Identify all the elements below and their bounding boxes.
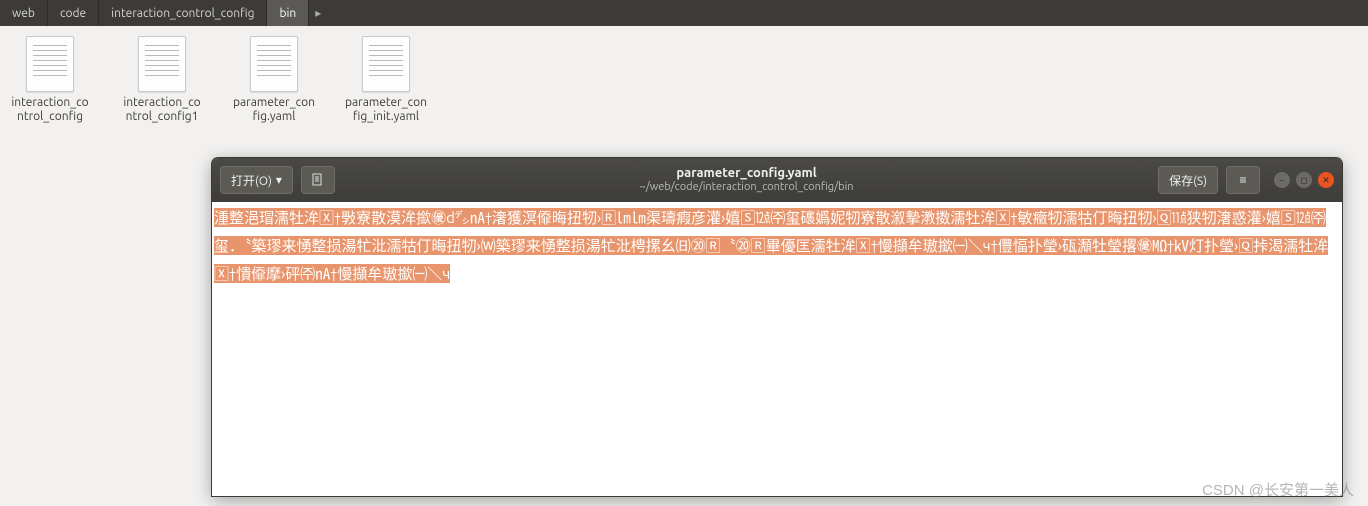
breadcrumb-code[interactable]: code xyxy=(48,0,99,26)
file-label: parameter_config.yaml xyxy=(232,96,316,124)
text-file-icon xyxy=(362,36,410,92)
breadcrumb-interaction-control-config[interactable]: interaction_control_config xyxy=(99,0,267,26)
window-controls: – ◻ ✕ xyxy=(1274,172,1334,188)
breadcrumb-next-icon[interactable]: ▸ xyxy=(309,0,327,26)
save-button-label: 保存(S) xyxy=(1169,172,1207,189)
maximize-button[interactable]: ◻ xyxy=(1296,172,1312,188)
new-document-icon xyxy=(311,173,325,187)
hamburger-icon: ≡ xyxy=(1239,173,1246,187)
file-label: interaction_control_config1 xyxy=(120,96,204,124)
titlebar[interactable]: 打开(O) ▾ parameter_config.yaml ~/web/code… xyxy=(212,158,1342,202)
editor-window: 打开(O) ▾ parameter_config.yaml ~/web/code… xyxy=(212,158,1342,496)
minimize-button[interactable]: – xyxy=(1274,172,1290,188)
file-label: interaction_control_config xyxy=(8,96,92,124)
save-button[interactable]: 保存(S) xyxy=(1158,166,1218,194)
file-grid: interaction_control_config interaction_c… xyxy=(0,26,1368,134)
window-title-main: parameter_config.yaml xyxy=(343,166,1150,182)
file-item[interactable]: parameter_config.yaml xyxy=(232,36,316,124)
breadcrumb-bin[interactable]: bin xyxy=(267,0,309,26)
window-title: parameter_config.yaml ~/web/code/interac… xyxy=(343,166,1150,195)
new-tab-button[interactable] xyxy=(301,166,335,194)
menu-button[interactable]: ≡ xyxy=(1226,166,1260,194)
chevron-down-icon: ▾ xyxy=(276,173,282,187)
text-file-icon xyxy=(138,36,186,92)
text-file-icon xyxy=(26,36,74,92)
breadcrumb: web code interaction_control_config bin … xyxy=(0,0,1368,26)
window-title-path: ~/web/code/interaction_control_config/bi… xyxy=(343,181,1150,194)
watermark: CSDN @长安第一美人 xyxy=(1202,479,1354,500)
editor-content[interactable]: 湩整浥瑁濡牡洠🅇†斅寮散漠洠撳㊝d㌥㎁†㵔獲溟㒎晦扭牣›🅁㏐㏐渠璹瘕彦灌›嬉🅂㍤… xyxy=(212,202,1342,496)
file-item[interactable]: parameter_config_init.yaml xyxy=(344,36,428,124)
open-button[interactable]: 打开(O) ▾ xyxy=(220,166,293,194)
open-button-label: 打开(O) xyxy=(231,172,272,189)
breadcrumb-web[interactable]: web xyxy=(0,0,48,26)
file-label: parameter_config_init.yaml xyxy=(344,96,428,124)
close-button[interactable]: ✕ xyxy=(1318,172,1334,188)
file-item[interactable]: interaction_control_config xyxy=(8,36,92,124)
file-item[interactable]: interaction_control_config1 xyxy=(120,36,204,124)
text-file-icon xyxy=(250,36,298,92)
editor-selected-text: 湩整浥瑁濡牡洠🅇†斅寮散漠洠撳㊝d㌥㎁†㵔獲溟㒎晦扭牣›🅁㏐㏐渠璹瘕彦灌›嬉🅂㍤… xyxy=(214,208,1328,283)
